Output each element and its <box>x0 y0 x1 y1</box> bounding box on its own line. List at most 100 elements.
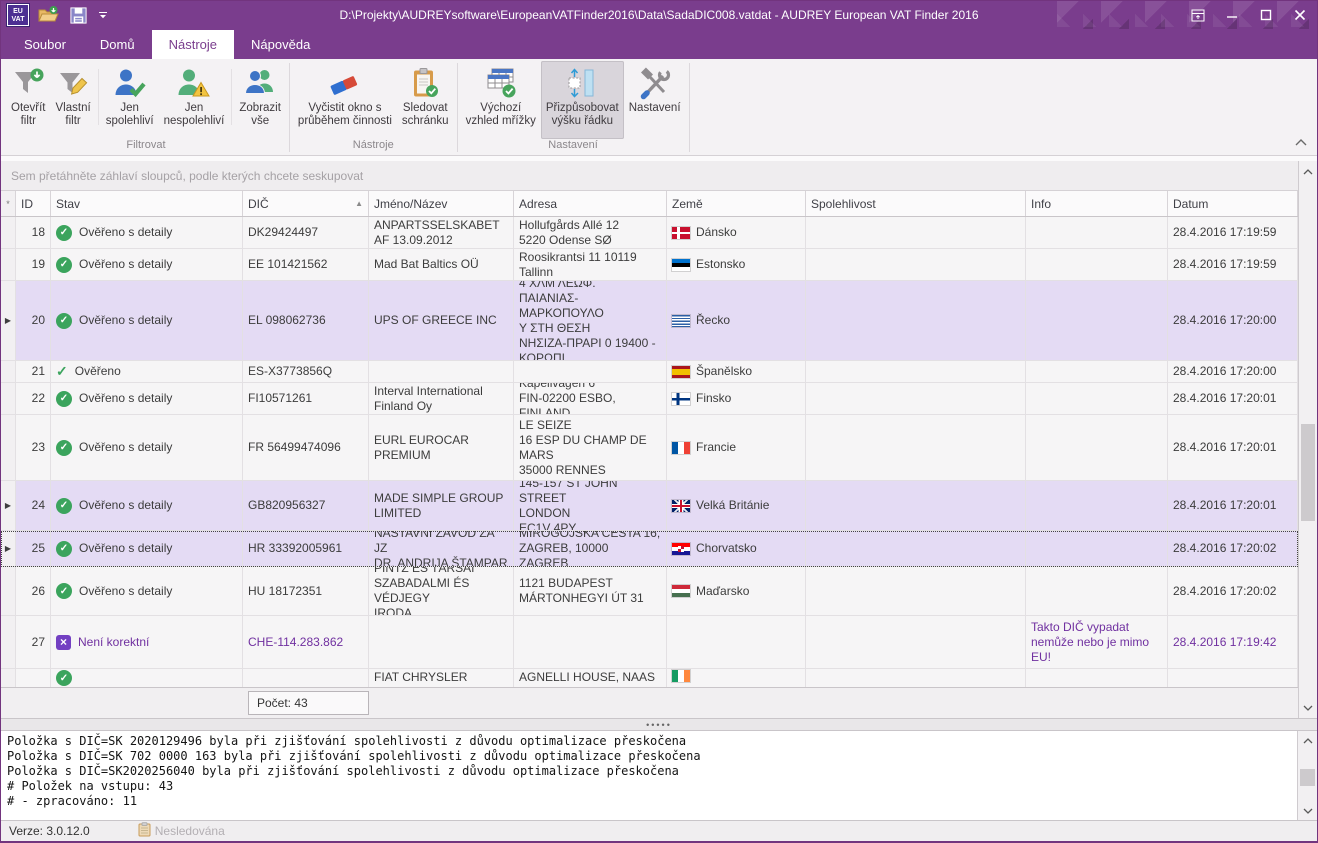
grid-footer: Počet: 43 <box>1 687 1298 718</box>
grid-vertical-scrollbar[interactable] <box>1298 161 1317 718</box>
cell-reliability <box>806 567 1026 616</box>
ribbon-button-sledovat-schr-nku[interactable]: Sledovat schránku <box>397 61 454 139</box>
ribbon-button-zobrazit-v-e[interactable]: Zobrazit vše <box>234 61 286 139</box>
cell-reliability <box>806 481 1026 531</box>
tab-domů[interactable]: Domů <box>83 30 152 59</box>
log-scroll-down-icon[interactable] <box>1298 802 1317 819</box>
cell-reliability <box>806 616 1026 669</box>
quick-access-toolbar <box>37 5 108 25</box>
x-square-icon: × <box>56 635 71 650</box>
cell-name: Mad Bat Baltics OÜ <box>369 249 514 281</box>
ribbon: Otevřít filtrVlastní filtr Jen spolehliví… <box>1 59 1317 156</box>
table-row-27[interactable]: 27×Není korektníCHE-114.283.862Takto DIČ… <box>1 616 1298 669</box>
scroll-up-icon[interactable] <box>1299 163 1317 180</box>
app-icon[interactable]: EU VAT <box>7 4 29 26</box>
ribbon-button-jen-spolehliv[interactable]: Jen spolehliví <box>101 61 159 139</box>
tab-nápověda[interactable]: Nápověda <box>234 30 327 59</box>
cell-name: ANPARTSSELSKABET AF 13.09.2012 <box>369 217 514 249</box>
qat-dropdown-icon[interactable] <box>98 10 108 20</box>
tab-soubor[interactable]: Soubor <box>7 30 83 59</box>
cell-info <box>1026 281 1168 361</box>
table-row-partial[interactable]: ✓FIAT CHRYSLERAGNELLI HOUSE, NAAS <box>1 669 1298 687</box>
ribbon-button-label: Jen spolehliví <box>106 102 154 128</box>
status-bar: Verze: 3.0.12.0 Nesledována <box>1 821 1317 841</box>
activity-log[interactable]: Položka s DIČ=SK 2020129496 byla při zji… <box>1 731 1297 820</box>
ribbon-button-v-choz-vzhled-m-ky[interactable]: Výchozí vzhled mřížky <box>461 61 541 139</box>
cell-country: Velká Británie <box>667 481 806 531</box>
minimize-button[interactable] <box>1215 1 1249 29</box>
column-header-id[interactable]: ID <box>16 191 51 216</box>
table-row-26[interactable]: 26✓Ověřeno s detailyHU 18172351PINTZ ÉS … <box>1 567 1298 616</box>
table-row-19[interactable]: 19✓Ověřeno s detailyEE 101421562Mad Bat … <box>1 249 1298 281</box>
log-scroll-up-icon[interactable] <box>1298 732 1317 749</box>
tab-nástroje[interactable]: Nástroje <box>152 30 234 59</box>
ribbon-button-label: Nastavení <box>629 102 681 115</box>
table-row-25[interactable]: ▶25✓Ověřeno s detailyHR 33392005961NASTA… <box>1 531 1298 567</box>
table-row-18[interactable]: 18✓Ověřeno s detailyDK29424497ANPARTSSEL… <box>1 217 1298 249</box>
ribbon-tab-row: SouborDomůNástrojeNápověda <box>1 29 1317 59</box>
close-button[interactable] <box>1283 1 1317 29</box>
button-separator <box>98 69 99 125</box>
column-header-info[interactable]: Info <box>1026 191 1168 216</box>
table-row-20[interactable]: ▶20✓Ověřeno s detailyEL 098062736UPS OF … <box>1 281 1298 361</box>
grid-scroll-thumb[interactable] <box>1301 424 1315 521</box>
status-label: Není korektní <box>78 635 149 650</box>
log-line: Položka s DIČ=SK 702 0000 163 byla při z… <box>7 749 1291 764</box>
log-line: Položka s DIČ=SK2020256040 byla při zjiš… <box>7 764 1291 779</box>
column-header-spolehlivost[interactable]: Spolehlivost <box>806 191 1026 216</box>
ribbon-group-buttons: Vyčistit okno s průběhem činnostiSledova… <box>290 59 457 139</box>
country-label: Chorvatsko <box>696 541 757 556</box>
flag-ie-icon <box>672 670 690 682</box>
status-label: Ověřeno s detaily <box>79 584 172 599</box>
save-button[interactable] <box>69 6 88 25</box>
column-header-dič[interactable]: DIČ▲ <box>243 191 369 216</box>
open-file-button[interactable] <box>37 5 59 25</box>
cell-id: 18 <box>16 217 51 249</box>
check-circle-icon: ✓ <box>56 313 72 329</box>
ribbon-button-label: Jen nespolehliví <box>164 102 225 128</box>
version-label: Verze: 3.0.12.0 <box>9 824 90 838</box>
splitter-handle[interactable]: ••••• <box>1 719 1317 731</box>
log-scroll-thumb[interactable] <box>1300 769 1315 786</box>
column-header-jméno/název[interactable]: Jméno/Název <box>369 191 514 216</box>
table-row-21[interactable]: 21✓OvěřenoES-X3773856QŠpanělsko28.4.2016… <box>1 361 1298 383</box>
row-indicator <box>1 361 16 383</box>
ribbon-button-jen-nespolehliv[interactable]: Jen nespolehliví <box>159 61 230 139</box>
status-label: Ověřeno s detaily <box>79 498 172 513</box>
ribbon-button-vlastn-filtr[interactable]: Vlastní filtr <box>51 61 96 139</box>
country-label: Maďarsko <box>696 584 749 599</box>
cell-dic: EE 101421562 <box>243 249 369 281</box>
cell-dic: HR 33392005961 <box>243 531 369 567</box>
collapse-ribbon-icon[interactable] <box>1295 133 1307 151</box>
cell-id: 20 <box>16 281 51 361</box>
cell-info <box>1026 567 1168 616</box>
cell-country: Maďarsko <box>667 567 806 616</box>
cell-info <box>1026 531 1168 567</box>
group-by-panel[interactable]: Sem přetáhněte záhlaví sloupců, podle kt… <box>1 161 1298 191</box>
country-label: Dánsko <box>696 225 737 240</box>
cell-id: 21 <box>16 361 51 383</box>
log-vertical-scrollbar[interactable] <box>1297 731 1317 820</box>
cell-status: ✓Ověřeno s detaily <box>51 383 243 415</box>
ribbon-group-nastavení: Výchozí vzhled mřížkyPřizpůsobovat výšku… <box>458 59 689 155</box>
ribbon-button-vy-istit-okno-s-pr-b-hem-innosti[interactable]: Vyčistit okno s průběhem činnosti <box>293 61 397 139</box>
scroll-down-icon[interactable] <box>1299 699 1317 716</box>
column-header-adresa[interactable]: Adresa <box>514 191 667 216</box>
splitter-dots: ••••• <box>646 720 672 730</box>
ribbon-button-otev-t-filtr[interactable]: Otevřít filtr <box>6 61 51 139</box>
table-row-22[interactable]: 22✓Ověřeno s detailyFI10571261Interval I… <box>1 383 1298 415</box>
column-header-stav[interactable]: Stav <box>51 191 243 216</box>
column-header-země[interactable]: Země <box>667 191 806 216</box>
column-header-datum[interactable]: Datum <box>1168 191 1298 216</box>
country-label: Velká Británie <box>696 498 769 513</box>
maximize-button[interactable] <box>1249 1 1283 29</box>
table-row-24[interactable]: ▶24✓Ověřeno s detailyGB820956327MADE SIM… <box>1 481 1298 531</box>
cell-date: 28.4.2016 17:20:02 <box>1168 531 1298 567</box>
ribbon-button-nastaven[interactable]: Nastavení <box>624 61 686 139</box>
grid-check-icon <box>484 64 518 102</box>
ribbon-display-options-button[interactable] <box>1181 1 1215 29</box>
table-row-23[interactable]: 23✓Ověřeno s detailyFR 56499474096EURL E… <box>1 415 1298 481</box>
flag-dk-icon <box>672 227 690 239</box>
column-header-indicator[interactable]: * <box>1 191 16 216</box>
ribbon-button-p-izp-sobovat-v-ku-dku[interactable]: Přizpůsobovat výšku řádku <box>541 61 624 139</box>
